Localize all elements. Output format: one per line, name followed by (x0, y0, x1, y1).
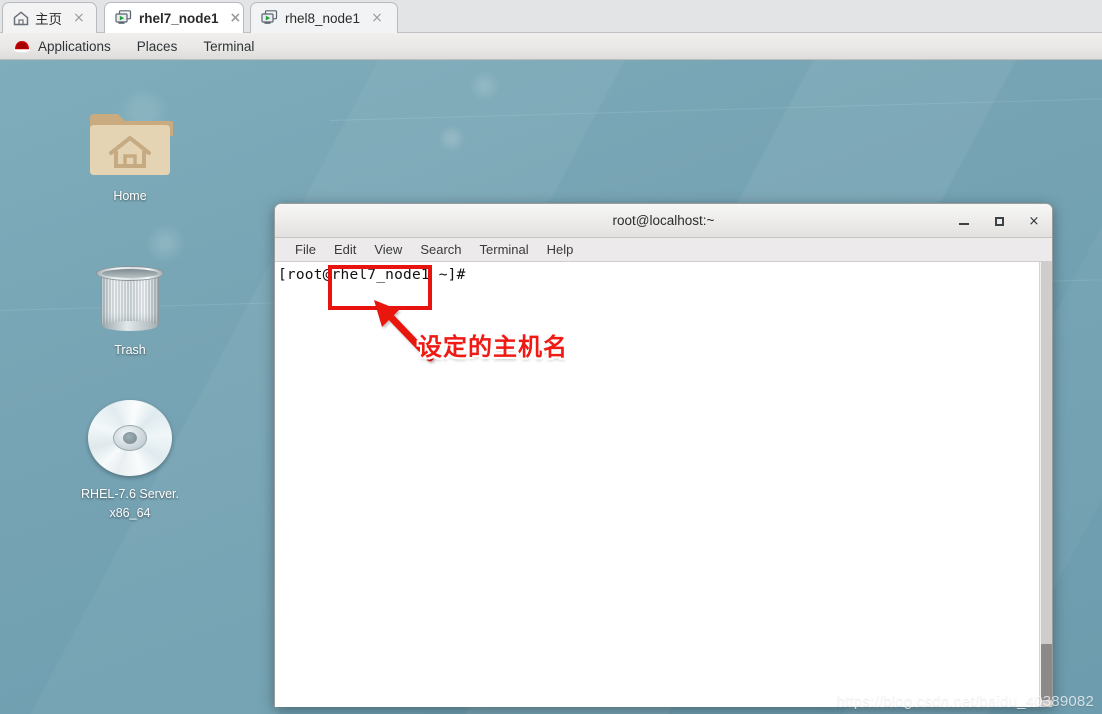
desktop-icon-cd-label-line2: x86_64 (109, 506, 151, 521)
redhat-logo-icon (13, 39, 31, 53)
close-icon[interactable]: × (1026, 213, 1042, 229)
terminal-menu[interactable]: Terminal (190, 33, 267, 59)
applications-menu-label: Applications (38, 38, 111, 54)
menu-help[interactable]: Help (538, 238, 583, 262)
annotation-text: 设定的主机名 (418, 333, 568, 361)
tab-rhel8-node1-close-icon[interactable]: × (371, 11, 383, 25)
desktop-icon-home-label: Home (113, 189, 147, 203)
tab-rhel7-node1-label: rhel7_node1 (139, 10, 219, 26)
screen: 主页 × rhel7_node1 × rhel8_node1 × Applica… (0, 0, 1102, 714)
terminal-title-bar[interactable]: root@localhost:~ × (275, 204, 1052, 238)
vmware-tab-strip: 主页 × rhel7_node1 × rhel8_node1 × (0, 0, 1102, 33)
desktop-icon-cd[interactable]: RHEL-7.6 Server. x86_64 (65, 398, 195, 524)
tab-home[interactable]: 主页 × (2, 2, 97, 33)
terminal-menu-label: Terminal (203, 38, 255, 54)
menu-edit[interactable]: Edit (325, 238, 365, 262)
menu-search[interactable]: Search (411, 238, 470, 262)
trash-bin-icon (91, 258, 169, 334)
scrollbar-track[interactable] (1041, 262, 1052, 707)
tab-home-close-icon[interactable]: × (73, 11, 85, 25)
tab-rhel7-node1[interactable]: rhel7_node1 × (104, 2, 244, 33)
cd-disc-icon (84, 398, 176, 478)
desktop-icon-cd-label: RHEL-7.6 Server. x86_64 (81, 485, 179, 524)
terminal-title: root@localhost:~ (612, 213, 715, 228)
watermark: https://blog.csdn.net/baidu_40389082 (836, 693, 1094, 710)
desktop-icon-trash[interactable]: Trash (65, 258, 195, 360)
minimize-icon[interactable] (956, 213, 972, 229)
tab-rhel7-node1-close-icon[interactable]: × (230, 11, 242, 25)
home-icon (13, 10, 29, 26)
tab-rhel8-node1[interactable]: rhel8_node1 × (250, 2, 398, 33)
vm-icon (261, 10, 279, 26)
applications-menu[interactable]: Applications (0, 33, 124, 59)
desktop-icon-trash-label: Trash (114, 343, 146, 357)
desktop-icon-cd-label-line1: RHEL-7.6 Server. (81, 487, 179, 501)
terminal-menu-bar: File Edit View Search Terminal Help (275, 238, 1052, 262)
tab-home-label: 主页 (35, 12, 62, 27)
desktop-icon-home[interactable]: Home (65, 108, 195, 206)
folder-home-icon (87, 108, 174, 180)
menu-file[interactable]: File (286, 238, 325, 262)
menu-terminal[interactable]: Terminal (471, 238, 538, 262)
places-menu[interactable]: Places (124, 33, 191, 59)
wallpaper-line (329, 98, 1102, 121)
scrollbar-thumb[interactable] (1041, 644, 1052, 700)
terminal-scrollbar[interactable] (1039, 262, 1052, 707)
tab-rhel8-node1-label: rhel8_node1 (285, 10, 361, 26)
places-menu-label: Places (136, 38, 178, 54)
maximize-icon[interactable] (991, 213, 1007, 229)
gnome-top-panel: Applications Places Terminal (0, 33, 1102, 60)
window-controls: × (956, 204, 1042, 238)
vm-icon (115, 10, 133, 26)
menu-view[interactable]: View (365, 238, 411, 262)
